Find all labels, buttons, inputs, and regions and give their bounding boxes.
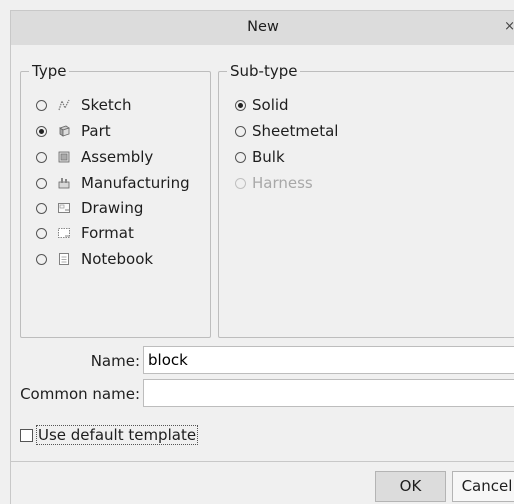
ok-button[interactable]: OK [375,471,446,502]
radio-part[interactable] [36,125,47,137]
type-option-part[interactable]: Part [36,120,111,142]
type-option-sketch[interactable]: Sketch [36,94,132,116]
subtype-option-harness: Harness [235,172,313,194]
name-input[interactable] [143,346,514,374]
type-option-manufacturing[interactable]: Manufacturing [36,172,190,194]
common-name-label: Common name: [20,385,140,403]
format-icon [57,226,71,240]
type-option-drawing[interactable]: Drawing [36,197,143,219]
type-label-notebook: Notebook [81,250,154,268]
type-option-assembly[interactable]: Assembly [36,146,153,168]
part-icon [57,124,71,138]
type-label-drawing: Drawing [81,199,144,217]
use-default-template-checkbox[interactable]: Use default template [20,425,199,445]
checkbox[interactable] [20,428,33,442]
assembly-icon [57,150,71,164]
type-label-manufacturing: Manufacturing [81,174,190,192]
common-name-input[interactable] [143,379,514,407]
subtype-label-bulk: Bulk [252,148,285,166]
type-label-format: Format [81,224,134,242]
radio-bulk[interactable] [235,151,246,163]
type-label-sketch: Sketch [81,96,132,114]
footer-divider [11,461,514,462]
subtype-label-sheetmetal: Sheetmetal [252,122,339,140]
radio-drawing[interactable] [36,202,47,214]
new-dialog: New × Type Sketch Part Assembly Manufact… [0,0,514,504]
title-bar[interactable]: New × [10,10,514,45]
window-border [10,44,11,504]
radio-manufacturing[interactable] [36,177,47,189]
radio-notebook[interactable] [36,253,47,265]
subtype-label-harness: Harness [252,174,313,192]
sketch-icon [57,98,71,112]
close-icon[interactable]: × [504,19,514,34]
manufacturing-icon [57,176,71,190]
type-option-notebook[interactable]: Notebook [36,248,153,270]
use-default-template-label: Use default template [36,425,199,445]
drawing-icon [57,201,71,215]
radio-sheetmetal[interactable] [235,125,246,137]
type-label-assembly: Assembly [81,148,154,166]
radio-sketch[interactable] [36,99,47,111]
cancel-button[interactable]: Cancel [452,471,514,502]
subtype-option-solid[interactable]: Solid [235,94,289,116]
type-group-legend: Type [32,62,67,80]
type-option-format[interactable]: Format [36,222,134,244]
subtype-group-legend: Sub-type [230,62,298,80]
subtype-label-solid: Solid [252,96,289,114]
type-label-part: Part [81,122,111,140]
subtype-option-bulk[interactable]: Bulk [235,146,285,168]
notebook-icon [57,252,71,266]
name-label: Name: [90,352,140,370]
radio-solid[interactable] [235,99,246,111]
dialog-title: New [247,19,279,35]
radio-format[interactable] [36,227,47,239]
subtype-option-sheetmetal[interactable]: Sheetmetal [235,120,338,142]
radio-assembly[interactable] [36,151,47,163]
radio-harness [235,177,246,189]
